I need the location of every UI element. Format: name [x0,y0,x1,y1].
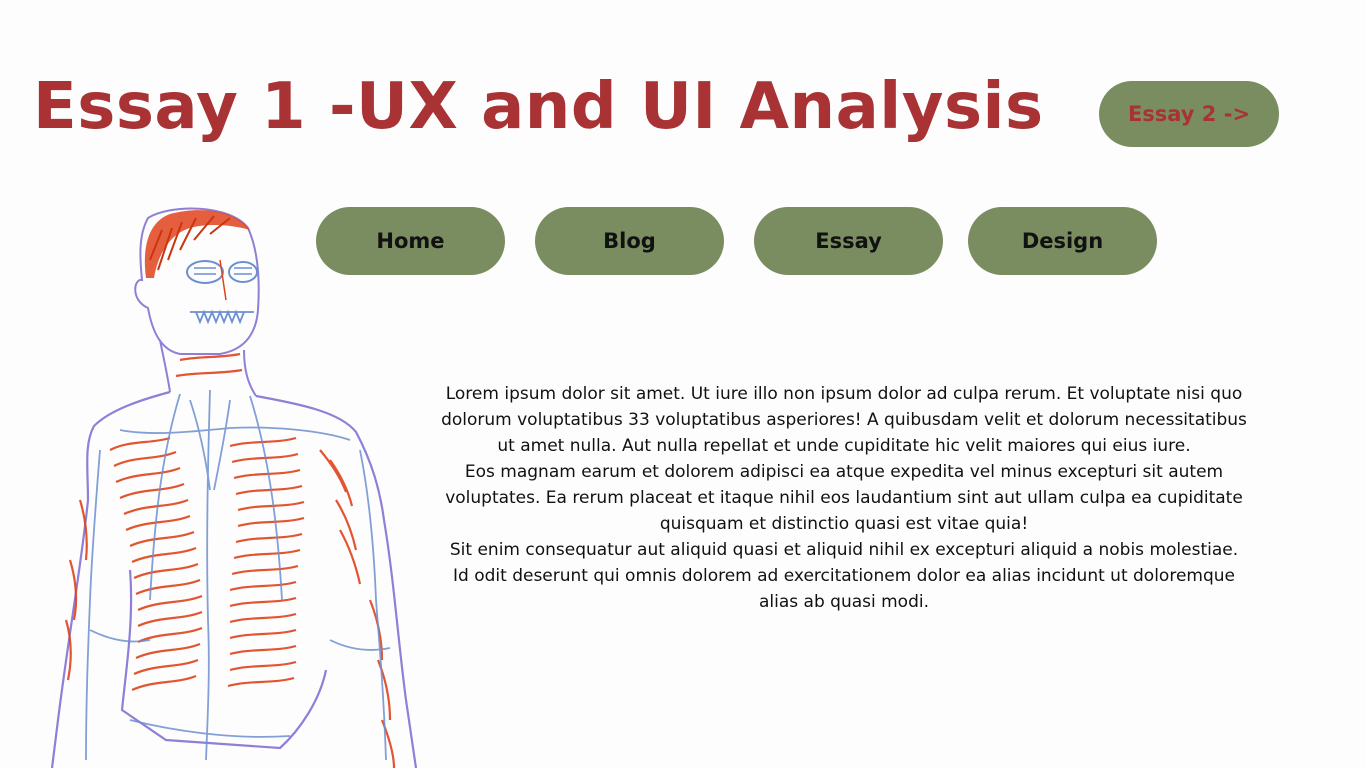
essay-paragraph-1: Lorem ipsum dolor sit amet. Ut iure illo… [441,384,1247,456]
nav-blog-button[interactable]: Blog [535,207,724,275]
nav-design-button[interactable]: Design [968,207,1157,275]
next-essay-button[interactable]: Essay 2 -> [1099,81,1279,147]
anatomical-sketch-image [50,207,418,768]
essay-body: Lorem ipsum dolor sit amet. Ut iure illo… [440,381,1248,615]
page-title: Essay 1 -UX and UI Analysis [33,70,1044,144]
essay-paragraph-3: Sit enim consequatur aut aliquid quasi e… [449,540,1239,612]
nav-essay-button[interactable]: Essay [754,207,943,275]
essay-paragraph-2: Eos magnam earum et dolorem adipisci ea … [445,462,1243,534]
